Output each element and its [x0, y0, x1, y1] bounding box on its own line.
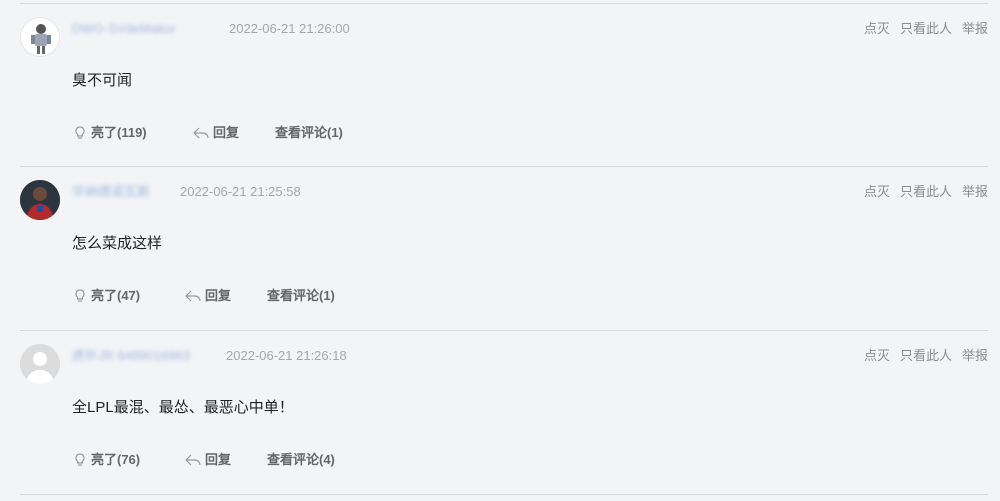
view-comments-button[interactable]: 查看评论(1) — [275, 123, 343, 143]
timestamp: 2022-06-21 21:26:00 — [229, 21, 350, 36]
avatar[interactable] — [20, 180, 60, 220]
reply-icon — [185, 290, 201, 302]
username[interactable]: DWO·SVdeMakor — [72, 21, 176, 37]
comment-ops: 点灭 只看此人 举报 — [854, 347, 988, 365]
reply-button[interactable]: 回复 — [184, 450, 231, 470]
avatar[interactable] — [20, 17, 60, 57]
reply-label: 回复 — [205, 452, 232, 467]
view-comments-button[interactable]: 查看评论(1) — [267, 286, 335, 306]
reply-icon — [185, 454, 201, 466]
like-label: 亮了(76) — [91, 452, 141, 467]
lightbulb-icon — [75, 453, 85, 466]
like-button[interactable]: 亮了(76) — [72, 450, 140, 470]
view-comments-label: 查看评论(1) — [275, 125, 343, 140]
comment-item: 虎扑JR 6489016963 2022-06-21 21:26:18 点灭 只看… — [20, 330, 988, 493]
comment-text: 臭不可闻 — [72, 72, 133, 89]
downvote-link[interactable]: 点灭 — [864, 348, 890, 363]
comment-item: DWO·SVdeMakor 2022-06-21 21:26:00 点灭 只看此人… — [20, 3, 988, 166]
like-label: 亮了(119) — [91, 125, 147, 140]
like-label: 亮了(47) — [91, 288, 141, 303]
only-this-user-link[interactable]: 只看此人 — [900, 21, 952, 36]
reply-button[interactable]: 回复 — [184, 286, 231, 306]
only-this-user-link[interactable]: 只看此人 — [900, 348, 952, 363]
username[interactable]: 华纳德诺瓦斯 — [72, 184, 150, 200]
view-comments-label: 查看评论(1) — [267, 288, 335, 303]
reply-icon — [193, 127, 209, 139]
avatar[interactable] — [20, 344, 60, 384]
reply-button[interactable]: 回复 — [192, 123, 239, 143]
comment-list: DWO·SVdeMakor 2022-06-21 21:26:00 点灭 只看此人… — [20, 0, 988, 501]
comment-item: 华纳德诺瓦斯 2022-06-21 21:25:58 点灭 只看此人 举报 怎么菜成… — [20, 166, 988, 329]
comment-ops: 点灭 只看此人 举报 — [854, 183, 988, 201]
view-comments-button[interactable]: 查看评论(4) — [267, 450, 335, 470]
comment-text: 怎么菜成这样 — [72, 235, 163, 252]
like-button[interactable]: 亮了(47) — [72, 286, 140, 306]
lightbulb-icon — [75, 289, 85, 302]
lightbulb-icon — [75, 126, 85, 139]
view-comments-label: 查看评论(4) — [267, 452, 335, 467]
downvote-link[interactable]: 点灭 — [864, 21, 890, 36]
report-link[interactable]: 举报 — [962, 184, 988, 199]
comment-ops: 点灭 只看此人 举报 — [854, 20, 988, 38]
downvote-link[interactable]: 点灭 — [864, 184, 890, 199]
timestamp: 2022-06-21 21:25:58 — [180, 184, 301, 199]
comment-text: 全LPL最混、最怂、最恶心中单！ — [72, 399, 294, 416]
only-this-user-link[interactable]: 只看此人 — [900, 184, 952, 199]
like-button[interactable]: 亮了(119) — [72, 123, 147, 143]
reply-label: 回复 — [205, 288, 232, 303]
timestamp: 2022-06-21 21:26:18 — [226, 348, 347, 363]
reply-label: 回复 — [213, 125, 240, 140]
divider — [20, 494, 988, 495]
username[interactable]: 虎扑JR 6489016963 — [72, 348, 190, 364]
report-link[interactable]: 举报 — [962, 348, 988, 363]
report-link[interactable]: 举报 — [962, 21, 988, 36]
